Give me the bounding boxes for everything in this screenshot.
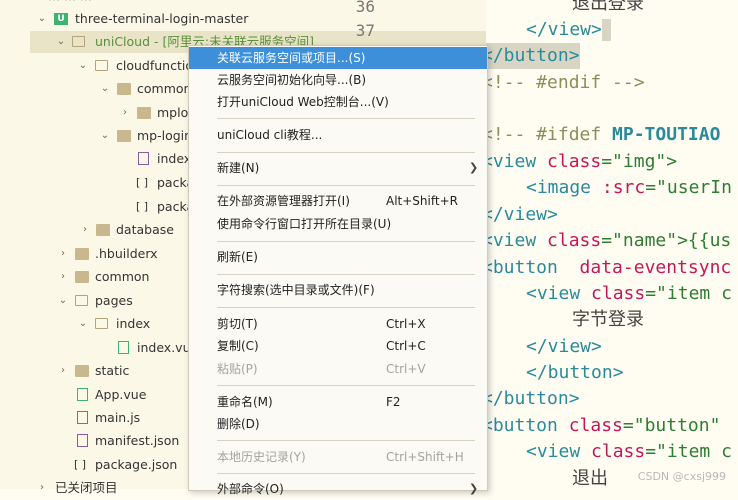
chevron-right-icon[interactable]: › — [37, 477, 47, 499]
project-icon: U — [54, 13, 68, 25]
code-line: <view class="item c — [526, 441, 732, 462]
menu-separator — [217, 241, 475, 242]
code-line: <!-- #ifdef MP-TOUTIAO — [486, 124, 721, 145]
menu-item-cli-tutorial[interactable]: uniCloud cli教程... — [189, 124, 487, 146]
menu-item-open-web-console[interactable]: 打开uniCloud Web控制台...(V) — [189, 91, 487, 113]
code-line: <view class="name">{{us — [486, 230, 732, 251]
chevron-right-icon: ❯ — [469, 161, 479, 174]
chevron-down-icon[interactable]: ⌄ — [56, 31, 66, 53]
menu-item-link-cloud-space[interactable]: 关联云服务空间或项目...(S) — [189, 47, 487, 69]
folder-icon — [75, 248, 89, 260]
code-line: <view class="img"> — [486, 151, 678, 172]
code-line: <button data-eventsync — [486, 257, 732, 278]
code-line: </button> — [486, 388, 580, 409]
menu-item-open-in-explorer[interactable]: 在外部资源管理器打开(I) Alt+Shift+R — [189, 190, 487, 212]
menu-item-open-in-terminal[interactable]: 使用命令行窗口打开所在目录(U) — [189, 213, 487, 235]
menu-item-search[interactable]: 字符搜索(选中目录或文件)(F) — [189, 279, 487, 301]
json-file-icon: [ ] — [136, 200, 149, 213]
chevron-right-icon[interactable]: › — [58, 266, 68, 288]
manifest-file-icon — [77, 434, 88, 447]
menu-separator — [217, 152, 475, 153]
vue-file-icon — [77, 388, 88, 401]
js-file-icon — [138, 152, 149, 165]
menu-separator — [217, 274, 475, 275]
menu-separator — [217, 307, 475, 308]
chevron-right-icon: ❯ — [469, 482, 479, 495]
folder-icon — [117, 130, 131, 142]
code-line: <view class="item c — [526, 283, 732, 304]
chevron-right-icon[interactable]: › — [120, 102, 130, 124]
chevron-down-icon[interactable]: ⌄ — [37, 8, 47, 30]
menu-separator — [217, 185, 475, 186]
chevron-down-icon[interactable]: ⌄ — [78, 55, 88, 77]
folder-open-icon — [72, 36, 85, 47]
code-editor[interactable]: 退出登录 </view> </button> <!-- #endif --> <… — [486, 0, 738, 489]
code-line: 退出 — [572, 468, 608, 489]
menu-item-new[interactable]: 新建(N) ❯ — [189, 157, 487, 179]
tree-item-project[interactable]: ⌄ U three-terminal-login-master — [0, 8, 486, 30]
code-line: <button class="button" — [486, 415, 721, 436]
chevron-down-icon[interactable]: ⌄ — [78, 313, 88, 335]
menu-item-delete[interactable]: 删除(D) — [189, 413, 487, 435]
code-line: </button> — [526, 362, 624, 383]
folder-open-icon — [95, 60, 108, 71]
code-line: </view> — [486, 204, 558, 225]
json-file-icon: [ ] — [74, 458, 87, 471]
chevron-down-icon[interactable]: ⌄ — [58, 290, 68, 312]
menu-item-rename[interactable]: 重命名(M) F2 — [189, 391, 487, 413]
folder-icon — [96, 224, 110, 236]
folder-icon — [137, 107, 151, 119]
vue-file-icon — [118, 341, 129, 354]
text-cursor — [601, 19, 611, 41]
watermark: CSDN @cxsj999 — [637, 470, 726, 483]
menu-item-refresh[interactable]: 刷新(E) — [189, 246, 487, 268]
line-number: 37 — [355, 21, 375, 40]
menu-separator — [217, 385, 475, 386]
menu-item-init-wizard[interactable]: 云服务空间初始化向导...(B) — [189, 69, 487, 91]
folder-icon — [75, 271, 89, 283]
menu-separator — [217, 440, 475, 441]
js-file-icon — [77, 411, 88, 424]
chevron-down-icon[interactable]: ⌄ — [100, 125, 110, 147]
code-line: </view> — [526, 17, 611, 43]
code-line: 退出登录 — [572, 0, 644, 14]
line-number: 36 — [355, 0, 375, 16]
menu-separator — [217, 473, 475, 474]
folder-icon — [117, 83, 131, 95]
chevron-right-icon[interactable]: › — [80, 219, 90, 241]
menu-item-paste[interactable]: 粘贴(P) Ctrl+V — [189, 358, 487, 380]
folder-open-icon — [95, 318, 108, 329]
code-line: </button> — [486, 43, 580, 69]
chevron-right-icon[interactable]: › — [58, 243, 68, 265]
menu-item-cut[interactable]: 剪切(T) Ctrl+X — [189, 313, 487, 335]
json-file-icon: [ ] — [136, 176, 149, 189]
context-menu: 关联云服务空间或项目...(S) 云服务空间初始化向导...(B) 打开uniC… — [188, 45, 488, 496]
menu-separator — [217, 118, 475, 119]
menu-item-external-commands[interactable]: 外部命令(O) ❯ — [189, 478, 487, 500]
folder-icon — [75, 365, 89, 377]
menu-item-local-history[interactable]: 本地历史记录(Y) Ctrl+Shift+H — [189, 446, 487, 468]
chevron-right-icon[interactable]: › — [58, 360, 68, 382]
folder-open-icon — [75, 295, 88, 306]
menu-item-copy[interactable]: 复制(C) Ctrl+C — [189, 335, 487, 357]
code-line: <!-- #endif --> — [486, 72, 645, 93]
chevron-down-icon[interactable]: ⌄ — [100, 78, 110, 100]
code-line: </view> — [526, 336, 602, 357]
code-line: 字节登录 — [572, 309, 644, 330]
code-line: <image :src="userIn — [526, 177, 732, 198]
